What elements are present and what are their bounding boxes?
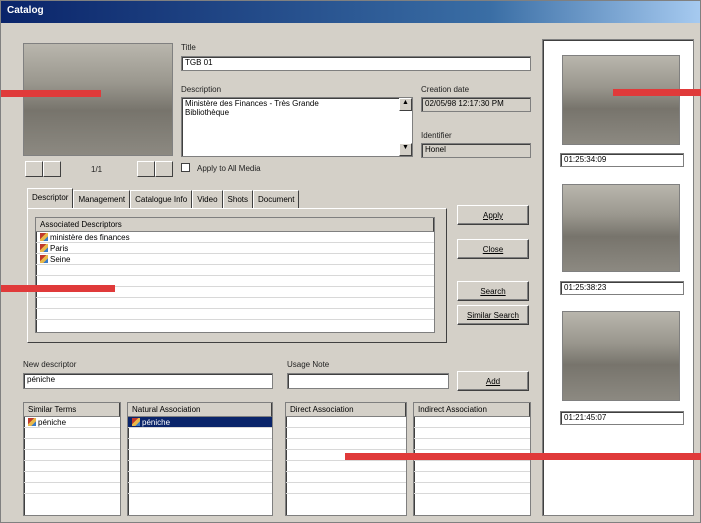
list-item-label: ministère des finances — [50, 232, 130, 242]
annotation-marker — [613, 89, 701, 96]
tab-document[interactable]: Document — [253, 190, 300, 209]
list-item-label: Seine — [50, 254, 71, 264]
first-media-button[interactable] — [25, 161, 43, 177]
list-item — [414, 472, 530, 483]
catalog-window: Catalog 1/1 Apply to All Media Title TGB… — [0, 0, 701, 523]
list-item — [128, 439, 272, 450]
list-item[interactable]: ministère des finances — [36, 232, 434, 243]
list-item-label: péniche — [142, 417, 171, 427]
title-input[interactable]: TGB 01 — [181, 56, 531, 71]
list-item — [24, 450, 120, 461]
keyframe-timecode: 01:21:45:07 — [560, 411, 684, 425]
list-item — [414, 439, 530, 450]
window-title: Catalog — [1, 1, 700, 23]
tab-video[interactable]: Video — [192, 190, 223, 209]
descriptor-icon — [28, 418, 36, 426]
list-item — [128, 428, 272, 439]
scroll-down-icon[interactable]: ▼ — [399, 143, 412, 156]
keyframe-timecode: 01:25:38:23 — [560, 281, 684, 295]
new-descriptor-input[interactable]: péniche — [23, 373, 273, 389]
tab-shots[interactable]: Shots — [222, 190, 253, 209]
prev-media-button[interactable] — [43, 161, 61, 177]
media-preview-image — [23, 43, 173, 156]
descriptor-icon — [40, 255, 48, 263]
list-item[interactable]: péniche — [128, 417, 272, 428]
list-item — [24, 428, 120, 439]
apply-button[interactable]: Apply — [457, 205, 529, 225]
keyframe-image[interactable] — [562, 311, 680, 401]
apply-all-media-label: Apply to All Media — [197, 164, 261, 173]
annotation-marker — [1, 90, 101, 97]
list-item — [24, 439, 120, 450]
description-textarea[interactable]: Ministère des Finances - Très Grande Bib… — [181, 97, 413, 157]
list-item — [128, 450, 272, 461]
last-media-button[interactable] — [155, 161, 173, 177]
natural-association-list[interactable]: Natural Association péniche — [127, 402, 273, 516]
descriptor-icon — [132, 418, 140, 426]
list-item — [286, 417, 406, 428]
next-media-button[interactable] — [137, 161, 155, 177]
list-item — [128, 461, 272, 472]
identifier-field[interactable]: Honel — [421, 143, 531, 158]
list-item-label: péniche — [38, 417, 67, 427]
title-label: Title — [181, 43, 196, 52]
list-item[interactable]: péniche — [24, 417, 120, 428]
media-counter: 1/1 — [91, 165, 103, 174]
tab-bar: Descriptor Management Catalogue Info Vid… — [27, 188, 300, 209]
keyframe-image[interactable] — [562, 55, 680, 145]
direct-association-header: Direct Association — [286, 403, 406, 417]
natural-association-header: Natural Association — [128, 403, 272, 417]
associated-descriptors-header: Associated Descriptors — [36, 218, 434, 232]
list-item — [128, 483, 272, 494]
similar-terms-header: Similar Terms — [24, 403, 120, 417]
similar-terms-list[interactable]: Similar Terms péniche — [23, 402, 121, 516]
usage-note-input[interactable] — [287, 373, 449, 389]
list-item — [286, 428, 406, 439]
keyframe-image[interactable] — [562, 184, 680, 272]
list-item — [414, 461, 530, 472]
list-item — [36, 265, 434, 276]
identifier-label: Identifier — [421, 131, 452, 140]
keyframe-timecode: 01:25:34:09 — [560, 153, 684, 167]
search-button[interactable]: Search — [457, 281, 529, 301]
list-item — [286, 439, 406, 450]
list-item — [36, 309, 434, 320]
list-item[interactable]: Seine — [36, 254, 434, 265]
creation-date-field: 02/05/98 12:17:30 PM — [421, 97, 531, 112]
list-item — [36, 298, 434, 309]
usage-note-label: Usage Note — [287, 360, 330, 369]
list-item — [286, 472, 406, 483]
similar-search-button[interactable]: Similar Search — [457, 305, 529, 325]
tab-management[interactable]: Management — [73, 190, 131, 209]
list-item — [24, 461, 120, 472]
list-item — [286, 483, 406, 494]
tab-descriptor[interactable]: Descriptor — [27, 188, 74, 209]
list-item — [414, 417, 530, 428]
list-item[interactable]: Paris — [36, 243, 434, 254]
annotation-marker — [1, 285, 115, 292]
new-descriptor-label: New descriptor — [23, 360, 77, 369]
annotation-marker — [345, 453, 701, 460]
close-button[interactable]: Close — [457, 239, 529, 259]
list-item — [128, 472, 272, 483]
descriptor-icon — [40, 244, 48, 252]
descriptor-icon — [40, 233, 48, 241]
add-button[interactable]: Add — [457, 371, 529, 391]
description-label: Description — [181, 85, 222, 94]
list-item — [24, 472, 120, 483]
list-item — [414, 483, 530, 494]
list-item — [24, 483, 120, 494]
creation-date-label: Creation date — [421, 85, 470, 94]
scroll-up-icon[interactable]: ▲ — [399, 98, 412, 111]
apply-all-media-checkbox[interactable] — [181, 163, 190, 172]
list-item — [286, 461, 406, 472]
list-item — [414, 428, 530, 439]
list-item-label: Paris — [50, 243, 69, 253]
tab-catalogue-info[interactable]: Catalogue Info — [130, 190, 193, 209]
associated-descriptors-list[interactable]: Associated Descriptors ministère des fin… — [35, 217, 435, 333]
indirect-association-header: Indirect Association — [414, 403, 530, 417]
